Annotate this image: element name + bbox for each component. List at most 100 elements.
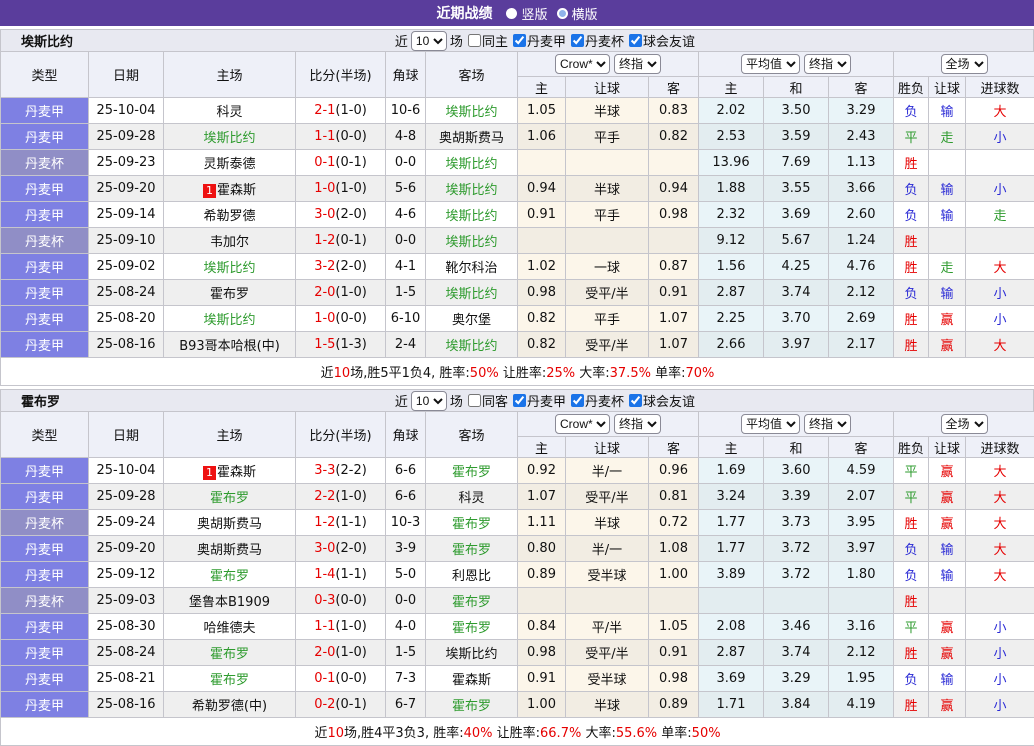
handicap-odds-cell: 1.00 (649, 562, 699, 588)
competition-filter-2[interactable]: 球会友谊 (629, 31, 695, 50)
summary-segment: 场,胜4平3负3, 胜率: (344, 726, 464, 741)
half-time-score: (0-1) (335, 155, 366, 170)
radio-unchecked-icon (557, 8, 568, 19)
corner-cell: 4-8 (386, 124, 426, 150)
score-cell: 1-2(0-1) (296, 228, 386, 254)
handicap-odds-cell (649, 228, 699, 254)
away-team-cell: 霍布罗 (426, 510, 518, 536)
full-match-select[interactable]: 全场 (941, 414, 988, 434)
competition-filter-0[interactable]: 丹麦甲 (513, 31, 566, 50)
date-cell: 25-09-20 (89, 536, 164, 562)
match-count-select[interactable]: 10 (411, 391, 447, 411)
vertical-layout-label: 竖版 (521, 4, 547, 23)
date-cell: 25-09-14 (89, 202, 164, 228)
final-index-select[interactable]: 终指 (804, 414, 851, 434)
date-cell: 25-09-28 (89, 484, 164, 510)
column-header-score: 比分(半场) (296, 52, 386, 98)
handicap-odds-cell: 0.82 (518, 332, 566, 358)
competition-filter-1[interactable]: 丹麦杯 (571, 31, 624, 50)
radio-checked-icon (506, 8, 517, 19)
handicap-odds-cell: 半球 (566, 510, 649, 536)
average-odds-cell: 2.08 (699, 614, 764, 640)
column-header-away: 客场 (426, 412, 518, 458)
handicap-odds-cell: 0.98 (649, 666, 699, 692)
summary-segment: 大率: (575, 366, 610, 381)
away-team-cell: 奥胡斯费马 (426, 124, 518, 150)
full-match-select[interactable]: 全场 (941, 54, 988, 74)
competition-type-cell: 丹麦杯 (1, 150, 89, 176)
match-row: 丹麦甲25-09-28埃斯比约1-1(0-0)4-8奥胡斯费马1.06平手0.8… (1, 124, 1034, 150)
sections-container: 埃斯比约近10场同主丹麦甲丹麦杯球会友谊类型日期主场比分(半场)角球客场Crow… (0, 29, 1034, 746)
handicap-odds-cell: 0.83 (649, 98, 699, 124)
average-odds-cell: 2.17 (829, 332, 894, 358)
competition-filter-0-checkbox[interactable] (513, 34, 526, 47)
competition-filter-2[interactable]: 球会友谊 (629, 391, 695, 410)
home-team-cell: 希勒罗德(中) (164, 692, 296, 718)
layout-option-vertical[interactable]: 竖版 (506, 4, 547, 23)
competition-filter-0[interactable]: 丹麦甲 (513, 391, 566, 410)
average-odds-cell: 4.25 (764, 254, 829, 280)
result-cell: 小 (966, 666, 1034, 692)
average-select[interactable]: 平均值 (741, 414, 800, 434)
result-cell: 走 (966, 202, 1034, 228)
average-odds-cell: 7.69 (764, 150, 829, 176)
full-time-score: 0-3 (314, 593, 335, 608)
same-venue-filter[interactable]: 同客 (468, 391, 508, 410)
result-cell: 小 (966, 124, 1034, 150)
competition-type-cell: 丹麦杯 (1, 588, 89, 614)
full-time-score: 0-2 (314, 697, 335, 712)
average-odds-cell: 2.43 (829, 124, 894, 150)
final-index-select[interactable]: 终指 (614, 54, 661, 74)
column-header-corner: 角球 (386, 52, 426, 98)
summary-segment: 10 (334, 366, 351, 381)
team-name-text: 堡鲁本B1909 (189, 595, 270, 610)
result-cell: 走 (929, 254, 966, 280)
match-row: 丹麦甲25-09-201霍森斯1-0(1-0)5-6埃斯比约0.94半球0.94… (1, 176, 1034, 202)
team-name-text: 霍布罗 (452, 699, 491, 714)
handicap-odds-cell: 受平/半 (566, 280, 649, 306)
summary-row: 近10场,胜4平3负3, 胜率:40% 让胜率:66.7% 大率:55.6% 单… (1, 718, 1034, 746)
competition-filter-1[interactable]: 丹麦杯 (571, 391, 624, 410)
full-time-score: 1-5 (314, 337, 335, 352)
column-header-result-goals: 进球数 (966, 77, 1034, 98)
layout-option-horizontal[interactable]: 横版 (557, 4, 598, 23)
average-select[interactable]: 平均值 (741, 54, 800, 74)
bookmaker-select[interactable]: Crow* (555, 54, 610, 74)
competition-type-cell: 丹麦甲 (1, 562, 89, 588)
half-time-score: (0-0) (335, 671, 366, 686)
near-label: 近 (395, 391, 408, 410)
handicap-odds-cell: 0.91 (518, 202, 566, 228)
corner-cell: 0-0 (386, 228, 426, 254)
handicap-odds-cell (518, 228, 566, 254)
same-venue-filter-checkbox[interactable] (468, 394, 481, 407)
column-header-avg-home: 主 (699, 437, 764, 458)
date-cell: 25-09-02 (89, 254, 164, 280)
same-venue-filter-checkbox[interactable] (468, 34, 481, 47)
competition-filter-2-checkbox[interactable] (629, 394, 642, 407)
home-team-cell: 霍布罗 (164, 280, 296, 306)
same-venue-filter[interactable]: 同主 (468, 31, 508, 50)
section-header: 埃斯比约近10场同主丹麦甲丹麦杯球会友谊 (0, 29, 1034, 51)
corner-cell: 1-5 (386, 640, 426, 666)
home-team-cell: 希勒罗德 (164, 202, 296, 228)
competition-filter-1-checkbox[interactable] (571, 34, 584, 47)
match-count-select[interactable]: 10 (411, 31, 447, 51)
competition-filter-2-checkbox[interactable] (629, 34, 642, 47)
column-header-corner: 角球 (386, 412, 426, 458)
average-odds-cell: 13.96 (699, 150, 764, 176)
result-cell: 输 (929, 562, 966, 588)
team-name-text: 哈维德夫 (203, 621, 255, 636)
final-index-select[interactable]: 终指 (804, 54, 851, 74)
score-cell: 3-0(2-0) (296, 536, 386, 562)
date-cell: 25-08-24 (89, 640, 164, 666)
competition-filter-0-checkbox[interactable] (513, 394, 526, 407)
column-header-result-wl: 胜负 (894, 437, 929, 458)
half-time-score: (1-0) (335, 181, 366, 196)
handicap-odds-cell: 0.91 (518, 666, 566, 692)
competition-filter-1-checkbox[interactable] (571, 394, 584, 407)
handicap-odds-cell (566, 150, 649, 176)
final-index-select[interactable]: 终指 (614, 414, 661, 434)
handicap-odds-cell: 半球 (566, 692, 649, 718)
column-header-away: 客场 (426, 52, 518, 98)
bookmaker-select[interactable]: Crow* (555, 414, 610, 434)
